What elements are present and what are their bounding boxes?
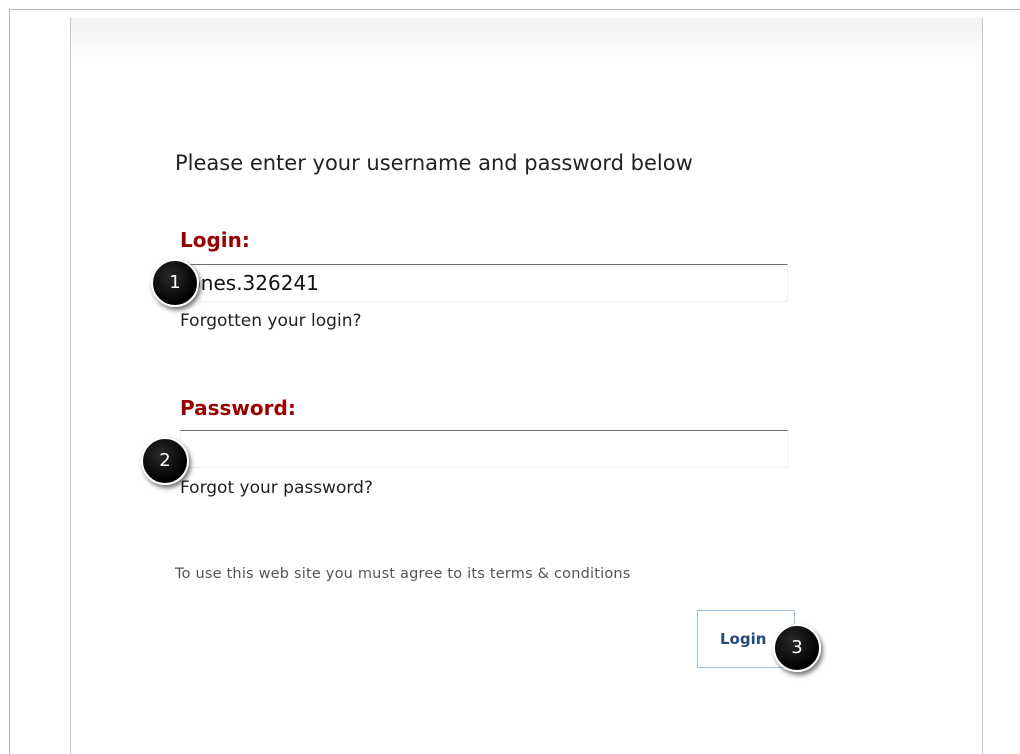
login-input[interactable] [180,264,788,302]
window-border-top [9,9,1020,10]
step-marker-3: 3 [773,624,821,672]
login-instructions: Please enter your username and password … [175,151,693,175]
login-label: Login: [180,228,250,252]
forgot-password-link[interactable]: Forgot your password? [180,478,373,498]
forgot-login-link[interactable]: Forgotten your login? [180,311,362,331]
password-label: Password: [180,396,296,420]
terms-notice: To use this web site you must agree to i… [175,566,631,582]
password-input[interactable] [180,430,788,468]
login-panel [70,18,983,754]
window-border-left [9,9,10,754]
step-marker-2: 2 [141,437,189,485]
step-marker-1: 1 [151,259,199,307]
